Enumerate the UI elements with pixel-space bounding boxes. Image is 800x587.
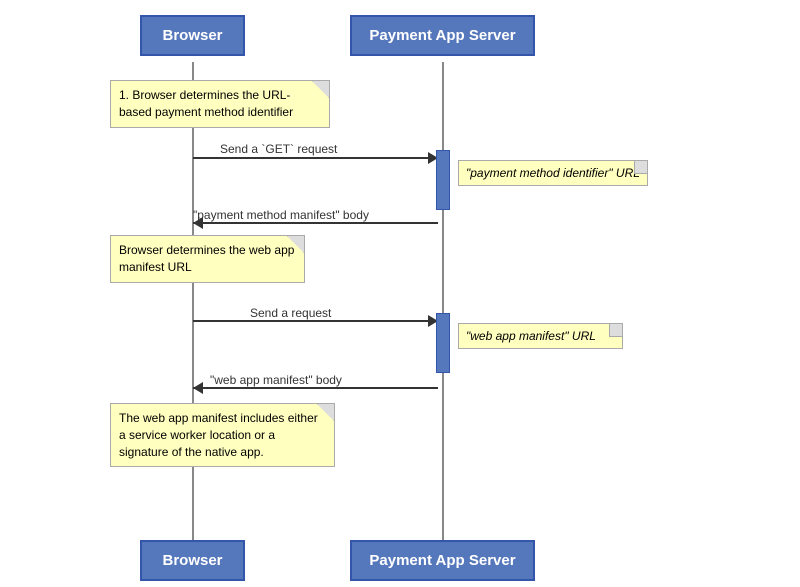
server-lifeline <box>442 62 444 542</box>
note-service-worker: The web app manifest includes either a s… <box>110 403 335 467</box>
arrow-send-request <box>193 320 438 322</box>
arrow-webapp-body <box>193 387 438 389</box>
arrow-manifest-body <box>193 222 438 224</box>
arrow-manifest-body-label: "payment method manifest" body <box>193 208 369 222</box>
arrow-get-request <box>193 157 438 159</box>
note-url-based: 1. Browser determines the URL-based paym… <box>110 80 330 128</box>
arrow-webapp-body-label: "web app manifest" body <box>210 373 342 387</box>
server-note-webapp: "web app manifest" URL <box>458 323 623 349</box>
browser-actor-bottom: Browser <box>140 540 245 581</box>
note-web-app-manifest: Browser determines the web app manifest … <box>110 235 305 283</box>
server-activation-2 <box>436 313 450 373</box>
arrow-send-request-label: Send a request <box>250 306 331 320</box>
server-actor-top: Payment App Server <box>350 15 535 56</box>
server-note-payment-id: "payment method identifier" URL <box>458 160 648 186</box>
browser-lifeline <box>192 62 194 542</box>
server-actor-bottom: Payment App Server <box>350 540 535 581</box>
server-activation-1 <box>436 150 450 210</box>
arrow-get-label: Send a `GET` request <box>220 142 337 156</box>
sequence-diagram: Browser Payment App Server 1. Browser de… <box>0 0 800 587</box>
browser-actor-top: Browser <box>140 15 245 56</box>
